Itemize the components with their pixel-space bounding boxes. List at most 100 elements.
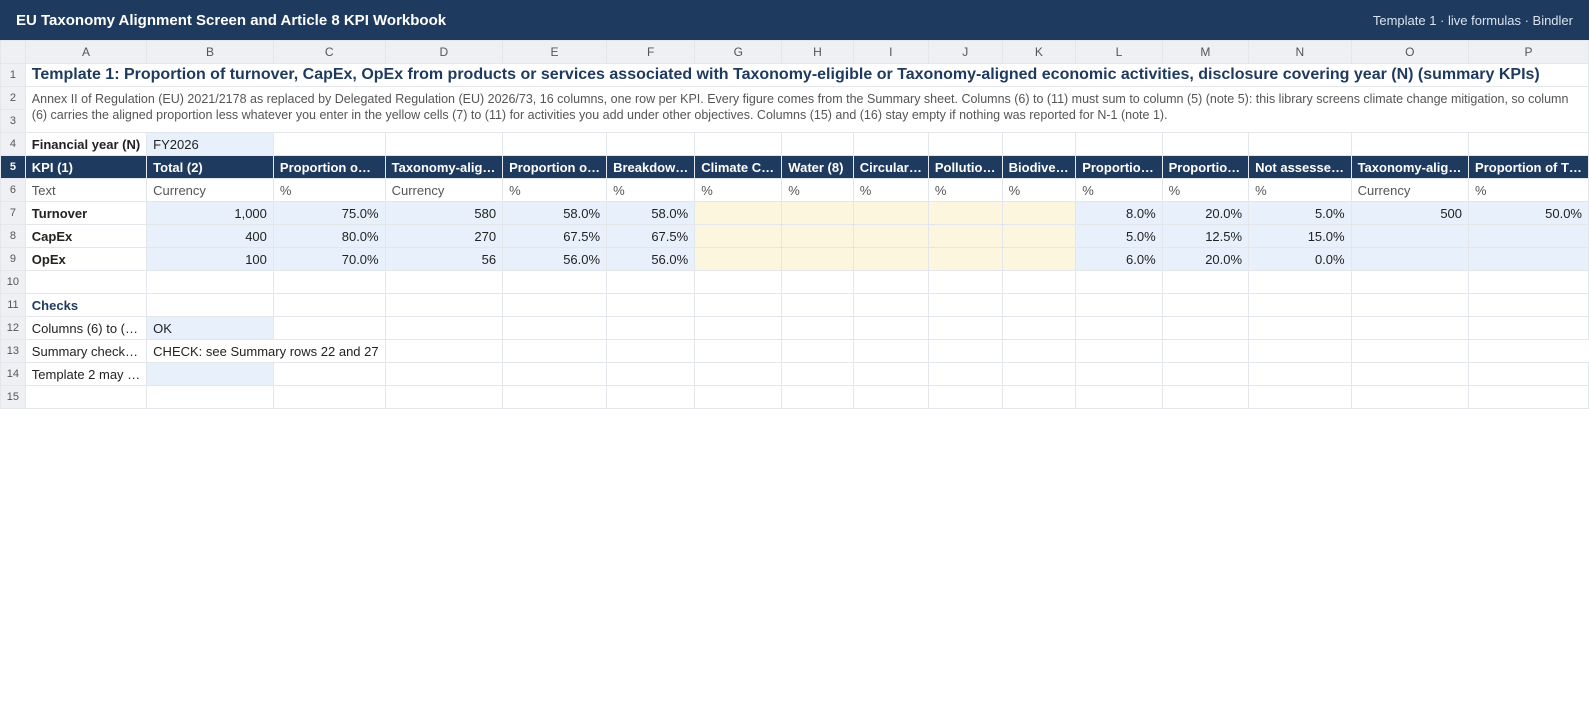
- cell[interactable]: [694, 362, 783, 386]
- cell[interactable]: [384, 385, 504, 409]
- cell[interactable]: [1001, 132, 1077, 156]
- checks-heading[interactable]: Checks: [24, 293, 148, 317]
- unit-cell[interactable]: %: [1468, 178, 1589, 202]
- cell[interactable]: [1075, 362, 1163, 386]
- cell[interactable]: [606, 339, 696, 363]
- cell[interactable]: [1161, 293, 1250, 317]
- column-header[interactable]: D: [384, 40, 504, 64]
- cell[interactable]: [1350, 316, 1470, 340]
- cell[interactable]: [694, 132, 783, 156]
- unit-cell[interactable]: %: [927, 178, 1003, 202]
- unit-cell[interactable]: %: [1248, 178, 1352, 202]
- input-cell[interactable]: [852, 201, 929, 225]
- cell[interactable]: [1350, 339, 1470, 363]
- cell[interactable]: [1001, 339, 1077, 363]
- cell[interactable]: [852, 362, 929, 386]
- cell[interactable]: [1468, 385, 1589, 409]
- cell[interactable]: [606, 362, 696, 386]
- header-cell[interactable]: Proportion o…: [272, 155, 386, 179]
- cell[interactable]: [384, 316, 504, 340]
- input-cell[interactable]: [927, 224, 1003, 248]
- select-all-corner[interactable]: [0, 40, 26, 64]
- data-cell[interactable]: 56: [384, 247, 504, 271]
- data-cell[interactable]: 80.0%: [272, 224, 386, 248]
- row-number[interactable]: 9: [0, 247, 26, 271]
- header-cell[interactable]: KPI (1): [24, 155, 148, 179]
- unit-cell[interactable]: Currency: [1350, 178, 1470, 202]
- cell[interactable]: [272, 316, 386, 340]
- cell[interactable]: [384, 270, 504, 294]
- data-cell[interactable]: 58.0%: [502, 201, 608, 225]
- unit-cell[interactable]: %: [272, 178, 386, 202]
- cell[interactable]: [1248, 339, 1352, 363]
- cell[interactable]: [927, 132, 1003, 156]
- cell[interactable]: [1468, 316, 1589, 340]
- input-cell[interactable]: [781, 224, 854, 248]
- cell[interactable]: [1161, 270, 1250, 294]
- cell[interactable]: [1161, 362, 1250, 386]
- header-cell[interactable]: Proportion o…: [502, 155, 608, 179]
- input-cell[interactable]: [1001, 247, 1077, 271]
- data-cell[interactable]: 400: [146, 224, 274, 248]
- annex-note-cell[interactable]: Annex II of Regulation (EU) 2021/2178 as…: [24, 86, 1589, 133]
- cell[interactable]: [384, 339, 504, 363]
- header-cell[interactable]: Climate C…: [694, 155, 783, 179]
- row-number[interactable]: 5: [0, 155, 26, 179]
- cell[interactable]: [1075, 316, 1163, 340]
- input-cell[interactable]: [694, 224, 783, 248]
- column-header[interactable]: G: [694, 40, 783, 64]
- data-cell[interactable]: 12.5%: [1161, 224, 1250, 248]
- data-cell[interactable]: 0.0%: [1248, 247, 1352, 271]
- cell[interactable]: [781, 132, 854, 156]
- header-cell[interactable]: Taxonomy-alig…: [384, 155, 504, 179]
- cell[interactable]: [606, 293, 696, 317]
- data-cell[interactable]: 6.0%: [1075, 247, 1163, 271]
- header-cell[interactable]: Water (8): [781, 155, 854, 179]
- cell[interactable]: [852, 293, 929, 317]
- cell[interactable]: [1248, 385, 1352, 409]
- data-cell[interactable]: 70.0%: [272, 247, 386, 271]
- unit-cell[interactable]: Text: [24, 178, 148, 202]
- cell[interactable]: [1161, 316, 1250, 340]
- cell[interactable]: [927, 339, 1003, 363]
- header-cell[interactable]: Circular…: [852, 155, 929, 179]
- cell[interactable]: [1075, 385, 1163, 409]
- unit-cell[interactable]: %: [606, 178, 696, 202]
- cell[interactable]: [502, 316, 608, 340]
- cell[interactable]: [1248, 362, 1352, 386]
- input-cell[interactable]: [694, 201, 783, 225]
- header-cell[interactable]: Taxonomy-alig…: [1350, 155, 1470, 179]
- column-header[interactable]: E: [502, 40, 608, 64]
- cell[interactable]: [272, 385, 386, 409]
- header-cell[interactable]: Proportio…: [1075, 155, 1163, 179]
- column-header[interactable]: A: [24, 40, 148, 64]
- row-number[interactable]: 8: [0, 224, 26, 248]
- data-cell[interactable]: 5.0%: [1248, 201, 1352, 225]
- cell[interactable]: [1075, 339, 1163, 363]
- cell[interactable]: [384, 362, 504, 386]
- row-number[interactable]: 10: [0, 270, 26, 294]
- data-cell[interactable]: 58.0%: [606, 201, 696, 225]
- cell[interactable]: [694, 316, 783, 340]
- cell[interactable]: [1468, 132, 1589, 156]
- cell[interactable]: [1468, 293, 1589, 317]
- data-cell[interactable]: 56.0%: [606, 247, 696, 271]
- template-title-cell[interactable]: Template 1: Proportion of turnover, CapE…: [24, 63, 1589, 87]
- input-cell[interactable]: [1001, 201, 1077, 225]
- cell[interactable]: [852, 270, 929, 294]
- unit-cell[interactable]: %: [1001, 178, 1077, 202]
- unit-cell[interactable]: %: [781, 178, 854, 202]
- cell[interactable]: [606, 132, 696, 156]
- cell[interactable]: [1350, 270, 1470, 294]
- row-number[interactable]: 3: [0, 109, 26, 133]
- cell[interactable]: [502, 270, 608, 294]
- unit-cell[interactable]: Currency: [384, 178, 504, 202]
- cell[interactable]: [502, 385, 608, 409]
- column-header[interactable]: K: [1001, 40, 1077, 64]
- financial-year-value[interactable]: FY2026: [146, 132, 274, 156]
- data-cell[interactable]: 20.0%: [1161, 247, 1250, 271]
- cell[interactable]: [781, 362, 854, 386]
- row-number[interactable]: 7: [0, 201, 26, 225]
- cell[interactable]: [927, 385, 1003, 409]
- data-cell[interactable]: 100: [146, 247, 274, 271]
